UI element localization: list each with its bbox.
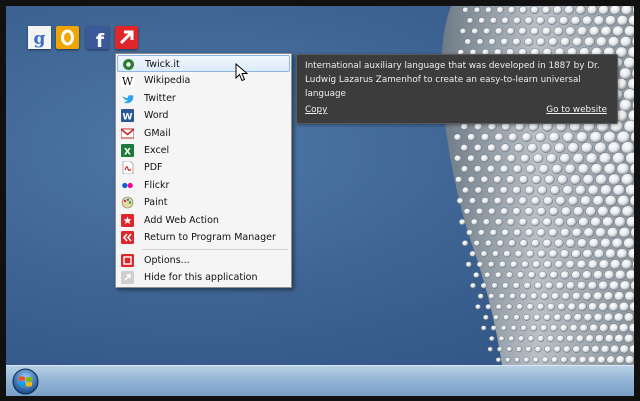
- menu-item-flickr[interactable]: Flickr: [117, 177, 290, 194]
- start-button-icon[interactable]: [12, 368, 39, 395]
- twickit-icon: [122, 58, 135, 71]
- menu-item-pdf[interactable]: PDF: [117, 159, 290, 176]
- menu-item-label: Word: [144, 110, 169, 122]
- web-action-menu: Twick.it W Wikipedia Twitter W Word GMail X Exce…: [115, 53, 292, 288]
- menu-item-label: Excel: [144, 145, 170, 156]
- menu-item-label: Twick.it: [145, 59, 180, 70]
- flickr-icon: [121, 179, 134, 192]
- menu-item-wikipedia[interactable]: W Wikipedia: [117, 72, 290, 89]
- menu-item-label: GMail: [144, 127, 171, 139]
- pdf-icon: [121, 161, 134, 175]
- options-icon: [121, 254, 134, 267]
- svg-text:X: X: [124, 148, 131, 158]
- return-icon: [121, 231, 134, 244]
- menu-item-label: Twitter: [144, 92, 176, 104]
- gmail-icon: [121, 127, 134, 140]
- menu-item-label: Add Web Action: [144, 214, 219, 226]
- menu-item-paint[interactable]: Paint: [117, 194, 290, 211]
- google-icon[interactable]: g: [28, 26, 51, 49]
- menu-item-label: Return to Program Manager: [144, 232, 276, 243]
- svg-text:W: W: [123, 113, 133, 123]
- menu-item-return-to-program-manager[interactable]: Return to Program Manager: [117, 229, 290, 246]
- svg-text:g: g: [34, 29, 46, 49]
- twitter-icon: [121, 92, 134, 105]
- menu-item-label: Options...: [144, 255, 190, 266]
- menu-item-gmail[interactable]: GMail: [117, 125, 290, 142]
- menu-item-word[interactable]: W Word: [117, 107, 290, 124]
- word-icon: W: [121, 109, 134, 123]
- add-web-action-icon: [121, 213, 134, 227]
- go-to-website-link[interactable]: Go to website: [546, 103, 607, 117]
- paint-icon: [121, 196, 134, 209]
- menu-item-hide-for-this-application[interactable]: Hide for this application: [117, 269, 290, 286]
- definition-tooltip: International auxiliary language that wa…: [296, 54, 618, 124]
- menu-separator: [142, 249, 288, 250]
- mouse-cursor-icon: [235, 63, 249, 82]
- facebook-icon[interactable]: f: [86, 26, 109, 49]
- menu-item-excel[interactable]: X Excel: [117, 142, 290, 159]
- twickit-arrow-icon[interactable]: [115, 26, 138, 49]
- menu-item-label: Paint: [144, 197, 168, 209]
- menu-item-twick-it[interactable]: Twick.it: [117, 55, 290, 72]
- menu-item-label: Wikipedia: [144, 75, 191, 87]
- menu-item-label: PDF: [144, 162, 163, 174]
- copy-link[interactable]: Copy: [305, 103, 327, 117]
- menu-item-options[interactable]: Options...: [117, 252, 290, 269]
- menu-item-twitter[interactable]: Twitter: [117, 90, 290, 107]
- tooltip-text: International auxiliary language that wa…: [305, 61, 600, 99]
- orange-o-icon[interactable]: [56, 26, 79, 49]
- hide-icon: [121, 271, 134, 285]
- taskbar: [6, 365, 634, 396]
- excel-icon: X: [121, 144, 134, 157]
- menu-item-add-web-action[interactable]: Add Web Action: [117, 212, 290, 229]
- svg-text:W: W: [122, 75, 134, 87]
- screen: g f Twick.it W Wikipedia Twitter W Word GMail X…: [0, 0, 640, 401]
- wikipedia-icon: W: [121, 74, 134, 88]
- menu-item-label: Flickr: [144, 179, 170, 191]
- menu-item-label: Hide for this application: [144, 272, 258, 284]
- svg-text:f: f: [96, 30, 105, 49]
